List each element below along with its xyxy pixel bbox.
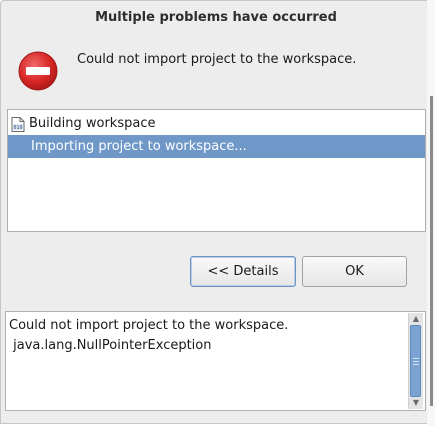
scroll-down-arrow-icon[interactable]: ▼ — [409, 397, 423, 409]
list-item-label: Importing project to workspace... — [31, 139, 247, 154]
details-scrollbar[interactable]: ▲ ▼ — [408, 313, 423, 409]
list-item-selected[interactable]: Importing project to workspace... — [8, 135, 425, 158]
details-button[interactable]: << Details — [190, 256, 296, 287]
list-item-label: Building workspace — [29, 116, 156, 131]
error-message: Could not import project to the workspac… — [77, 52, 357, 67]
list-item[interactable]: 010 Building workspace — [8, 112, 425, 135]
svg-text:010: 010 — [13, 125, 22, 131]
dialog-title: Multiple problems have occurred — [95, 10, 337, 25]
binary-file-icon: 010 — [11, 117, 25, 132]
problems-list[interactable]: 010 Building workspace Importing project… — [7, 109, 426, 232]
details-text: Could not import project to the workspac… — [9, 318, 289, 353]
ok-button[interactable]: OK — [302, 256, 407, 287]
error-icon — [18, 51, 58, 91]
problems-dialog: Multiple problems have occurred Could no… — [0, 0, 433, 424]
scrollbar-thumb[interactable] — [410, 325, 421, 397]
window-edge — [427, 0, 435, 426]
details-area[interactable]: Could not import project to the workspac… — [5, 311, 426, 411]
scroll-up-arrow-icon[interactable]: ▲ — [409, 313, 423, 325]
